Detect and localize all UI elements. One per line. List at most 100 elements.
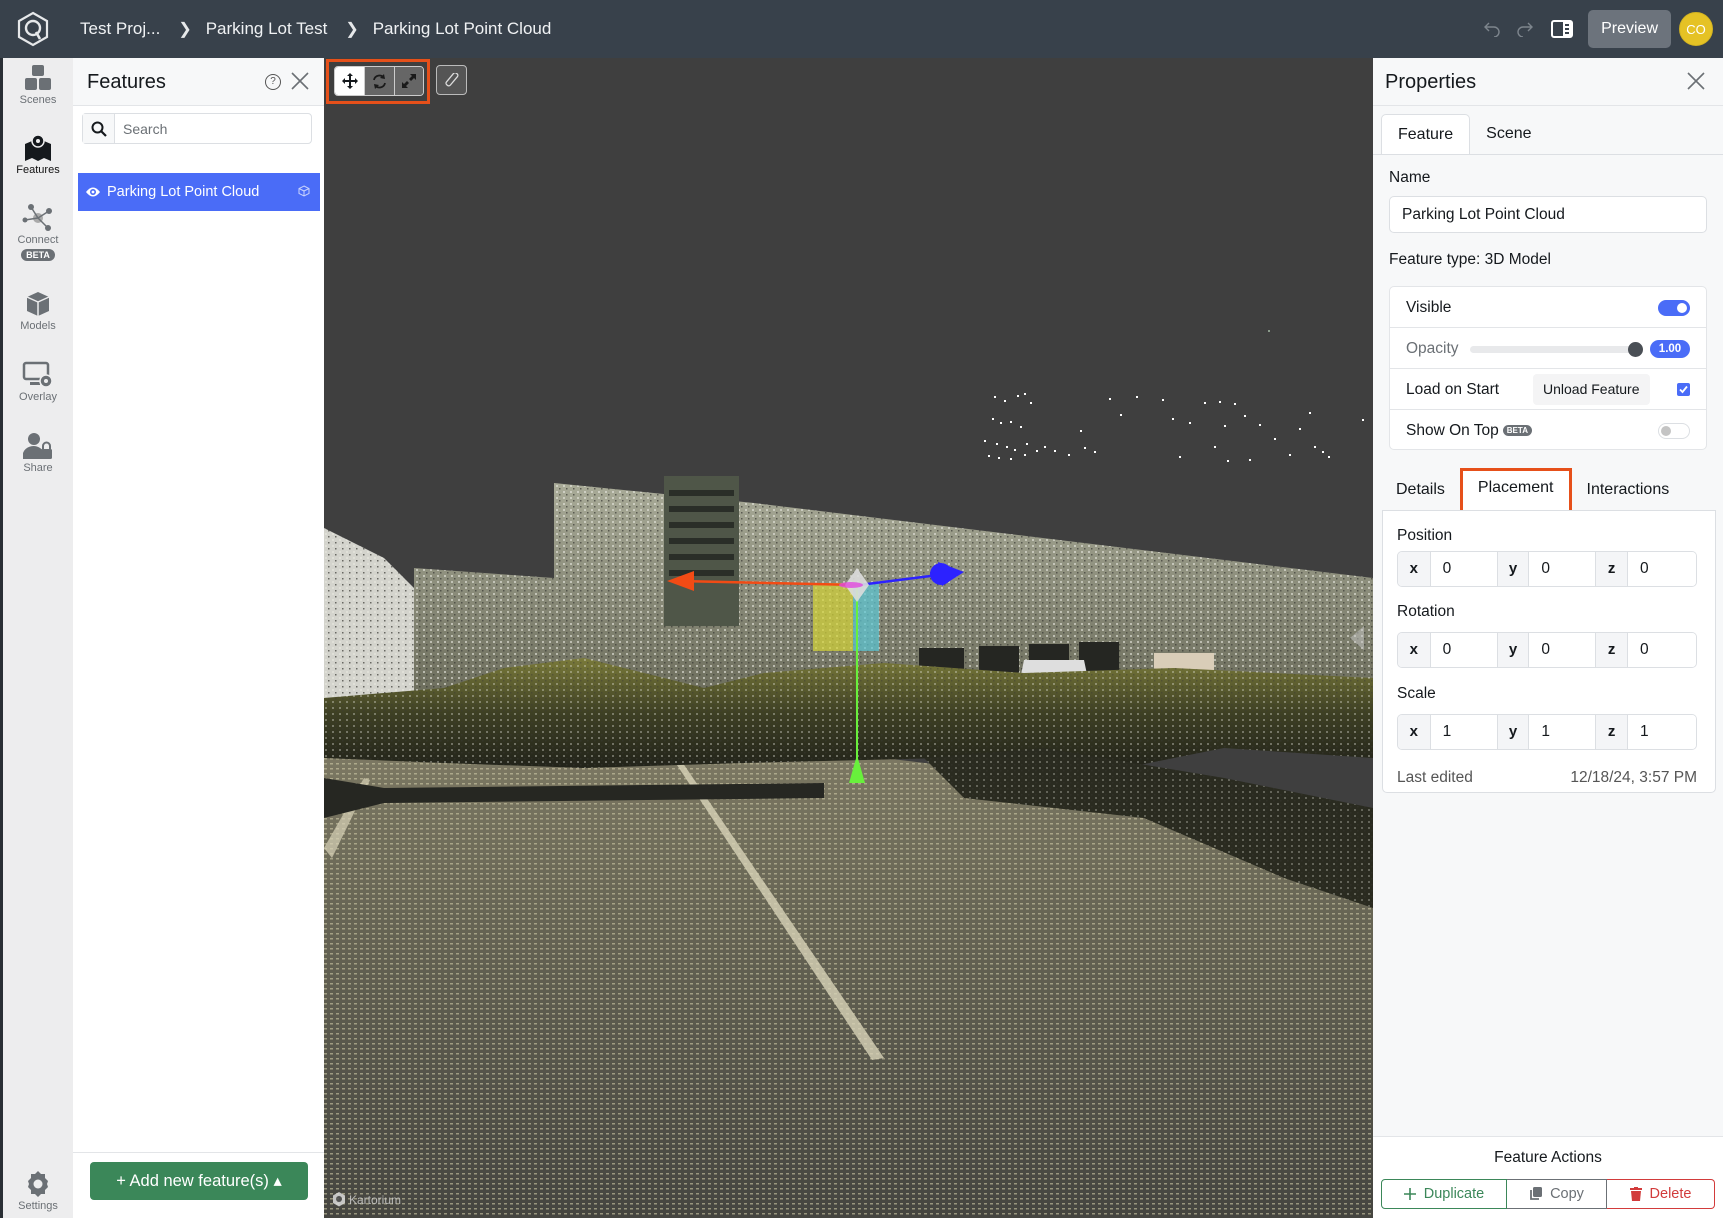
gizmo-center-plane	[839, 582, 863, 588]
rotation-x-input[interactable]	[1430, 633, 1497, 667]
scale-label: Scale	[1397, 685, 1436, 702]
help-icon[interactable]: ?	[265, 74, 281, 90]
gear-icon	[28, 1171, 48, 1197]
last-edited-row: Last edited 12/18/24, 3:57 PM	[1397, 769, 1697, 787]
preview-button[interactable]: Preview	[1588, 10, 1671, 48]
visible-toggle[interactable]	[1658, 300, 1690, 316]
trash-icon	[1629, 1187, 1642, 1201]
eye-icon[interactable]	[85, 186, 101, 198]
feature-actions-buttons: Duplicate Copy Delete	[1381, 1179, 1715, 1209]
breadcrumb: Test Proj... ❯ Parking Lot Test ❯ Parkin…	[80, 0, 551, 58]
beta-badge: BETA	[21, 249, 55, 261]
top-actions: Preview CO	[1475, 0, 1723, 58]
panel-layout-icon	[1550, 20, 1573, 38]
nav-item-overlay[interactable]: Overlay	[3, 361, 73, 403]
feature-list-item[interactable]: Parking Lot Point Cloud	[78, 173, 320, 211]
app-logo-icon[interactable]	[16, 11, 50, 47]
close-icon[interactable]	[1685, 70, 1707, 92]
search-input[interactable]	[115, 114, 311, 143]
rotate-tool-button[interactable]	[364, 67, 394, 95]
left-nav: Scenes Features Connect BETA Models Over…	[0, 58, 73, 1218]
opacity-slider-handle[interactable]	[1628, 342, 1643, 357]
load-on-start-row: Load on Start Unload Feature	[1390, 369, 1706, 410]
name-field[interactable]	[1389, 196, 1707, 233]
opacity-slider[interactable]	[1470, 342, 1643, 357]
toggle-panel-button[interactable]	[1545, 13, 1578, 46]
cubes-icon	[25, 65, 51, 90]
rotation-label: Rotation	[1397, 603, 1455, 620]
load-on-start-checkbox[interactable]	[1677, 383, 1690, 396]
scale-inputs: x y z	[1397, 714, 1697, 750]
undo-icon	[1483, 22, 1500, 37]
feature-item-label: Parking Lot Point Cloud	[107, 184, 260, 200]
position-x-input[interactable]	[1430, 552, 1497, 586]
axis-label-x: x	[1398, 552, 1431, 586]
3d-viewport[interactable]: Kartorium	[324, 58, 1373, 1218]
nav-item-models[interactable]: Models	[3, 290, 73, 332]
unload-feature-button[interactable]: Unload Feature	[1533, 374, 1650, 405]
nav-label: Features	[16, 164, 60, 176]
nav-item-settings[interactable]: Settings	[3, 1170, 73, 1212]
features-header: Features ?	[73, 58, 324, 106]
tab-interactions[interactable]: Interactions	[1572, 470, 1685, 510]
nav-item-scenes[interactable]: Scenes	[3, 64, 73, 106]
rotation-y-input[interactable]	[1529, 633, 1596, 667]
tab-scene[interactable]: Scene	[1470, 114, 1547, 154]
scale-y-input[interactable]	[1529, 715, 1596, 749]
tab-details[interactable]: Details	[1381, 470, 1460, 510]
sky-points	[984, 330, 1364, 462]
gizmo-z-handle	[930, 563, 952, 585]
move-tool-button[interactable]	[335, 67, 365, 95]
breadcrumb-project[interactable]: Test Proj...	[80, 19, 160, 39]
breadcrumb-feature: Parking Lot Point Cloud	[372, 19, 552, 38]
search-field	[82, 113, 312, 144]
axis-label-z: z	[1595, 633, 1628, 667]
show-on-top-row: Show On Top BETA	[1390, 410, 1706, 451]
gizmo-plane-xy	[813, 583, 853, 651]
close-icon[interactable]	[289, 70, 311, 92]
rotation-z-input[interactable]	[1628, 633, 1696, 667]
measure-tool-button[interactable]	[436, 65, 467, 95]
tab-feature[interactable]: Feature	[1381, 114, 1471, 154]
feature-type-label: Feature type: 3D Model	[1389, 251, 1551, 268]
undo-button[interactable]	[1475, 13, 1508, 46]
feature-actions: Feature Actions Duplicate Copy Delete	[1373, 1136, 1723, 1218]
nav-item-connect[interactable]: Connect BETA	[3, 204, 73, 261]
transform-mode-group	[334, 66, 424, 96]
nav-label: Models	[20, 320, 56, 332]
scale-tool-button[interactable]	[393, 67, 423, 95]
ruler-icon	[444, 73, 459, 87]
nav-item-features[interactable]: Features	[3, 134, 73, 176]
tab-placement[interactable]: Placement	[1459, 468, 1572, 514]
load-on-start-label: Load on Start	[1406, 381, 1500, 398]
delete-button[interactable]: Delete	[1607, 1179, 1715, 1209]
add-feature-button[interactable]: + Add new feature(s) ▴	[90, 1162, 308, 1200]
top-bar: Test Proj... ❯ Parking Lot Test ❯ Parkin…	[0, 0, 1723, 58]
hvac-unit	[664, 476, 739, 626]
redo-button[interactable]	[1508, 13, 1541, 46]
collapse-panel-arrow[interactable]	[1350, 626, 1364, 650]
nav-item-share[interactable]: Share	[3, 432, 73, 474]
nav-label: Settings	[18, 1200, 58, 1212]
features-panel: Features ? Parking Lot Point Cloud + Add…	[73, 58, 324, 1218]
network-icon	[22, 204, 52, 231]
show-on-top-toggle[interactable]	[1658, 423, 1690, 439]
avatar[interactable]: CO	[1679, 12, 1713, 46]
features-title: Features	[87, 71, 166, 93]
copy-button[interactable]: Copy	[1507, 1179, 1607, 1209]
axis-label-z: z	[1595, 715, 1628, 749]
expand-arrows-icon	[401, 74, 416, 88]
point-cloud-scene[interactable]	[324, 58, 1373, 1218]
chevron-right-icon: ❯	[178, 21, 192, 38]
scale-z-input[interactable]	[1628, 715, 1696, 749]
checkmark-icon	[1679, 385, 1688, 394]
feature-actions-title: Feature Actions	[1494, 1149, 1602, 1166]
position-y-input[interactable]	[1529, 552, 1596, 586]
position-z-input[interactable]	[1628, 552, 1696, 586]
scale-x-input[interactable]	[1430, 715, 1497, 749]
nav-label: Overlay	[19, 391, 57, 403]
search-icon	[83, 114, 115, 143]
breadcrumb-scene[interactable]: Parking Lot Test	[206, 19, 328, 39]
opacity-value: 1.00	[1650, 340, 1690, 358]
duplicate-button[interactable]: Duplicate	[1381, 1179, 1507, 1209]
